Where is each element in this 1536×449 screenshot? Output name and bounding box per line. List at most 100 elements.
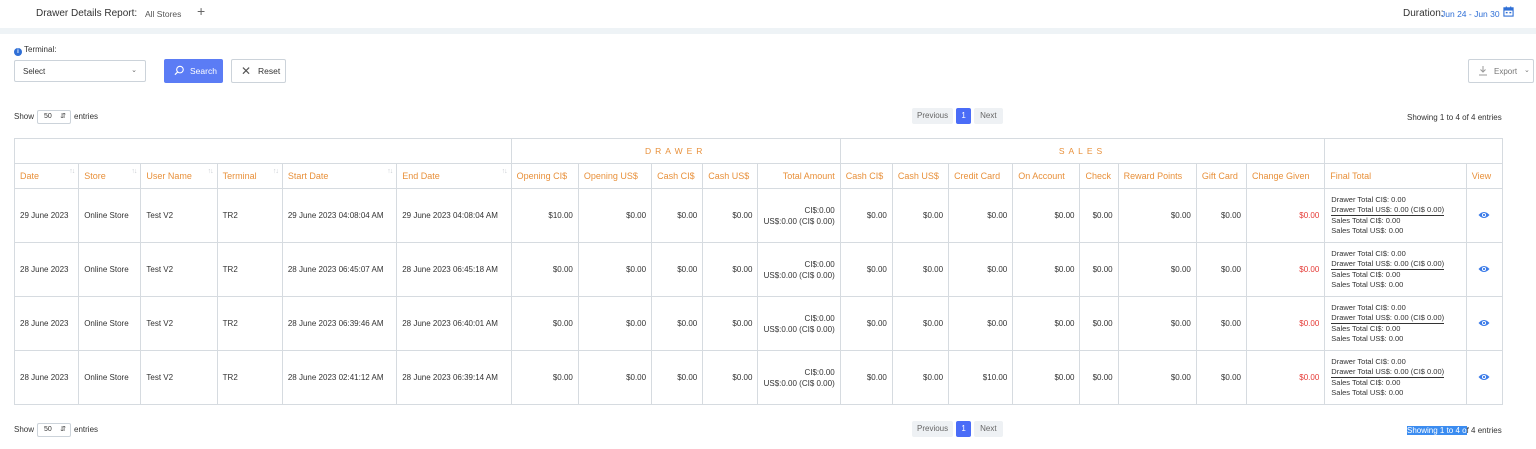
cell-on-account: $0.00	[1012, 350, 1081, 405]
column-sales-cash-ci: Cash CI$	[839, 163, 893, 189]
cell-end-date: 28 June 2023 06:39:14 AM	[396, 350, 512, 405]
cell-terminal: TR2	[216, 296, 283, 351]
next-page-button[interactable]: Next	[974, 108, 1003, 124]
duration-range[interactable]: Jun 24 - Jun 30	[1441, 9, 1500, 19]
cell-store: Online Store	[78, 188, 142, 243]
cell-reward-points: $0.00	[1117, 350, 1197, 405]
column-opening-us: Opening US$	[577, 163, 653, 189]
cell-store: Online Store	[78, 242, 142, 297]
chevron-down-icon: ⌄	[1524, 67, 1530, 74]
cell-user-name: Test V2	[140, 242, 218, 297]
calendar-icon[interactable]	[1503, 6, 1514, 17]
sort-icon: ↑↓	[131, 168, 137, 175]
cell-start-date: 28 June 2023 02:41:12 AM	[281, 350, 398, 405]
final-drawer-total-us: Drawer Total US$: 0.00 (CI$ 0.00)	[1331, 205, 1445, 216]
cell-store: Online Store	[78, 350, 142, 405]
total-amount-ci: CI$:0.00	[804, 367, 835, 377]
cell-final-total: Drawer Total CI$: 0.00 Drawer Total US$:…	[1324, 242, 1467, 297]
drawer-details-table: DRAWER SALES Date ↑↓ Store ↑↓ User Name ↑↓ …	[13, 138, 1504, 405]
cell-gift-card: $0.00	[1195, 242, 1248, 297]
search-icon	[174, 65, 184, 76]
sort-arrows-icon: ⇵	[60, 113, 67, 120]
duration-label: Duration:	[1403, 8, 1444, 19]
store-filter-tag[interactable]: All Stores	[145, 9, 181, 19]
final-drawer-total-ci: Drawer Total CI$: 0.00	[1331, 249, 1406, 258]
terminal-select[interactable]: Select ⌄	[14, 60, 146, 82]
final-drawer-total-us: Drawer Total US$: 0.00 (CI$ 0.00)	[1331, 313, 1445, 324]
total-amount-ci: CI$:0.00	[804, 205, 835, 215]
column-store[interactable]: Store ↑↓	[78, 163, 142, 189]
column-user-name[interactable]: User Name ↑↓	[140, 163, 218, 189]
final-sales-total-ci: Sales Total CI$: 0.00	[1331, 270, 1401, 279]
column-terminal[interactable]: Terminal ↑↓	[216, 163, 283, 189]
cell-opening-us: $0.00	[577, 188, 653, 243]
terminal-label: i Terminal:	[14, 45, 56, 56]
table-row: 29 June 2023 Online Store Test V2 TR2 29…	[13, 188, 1504, 243]
sort-icon: ↑↓	[387, 168, 393, 175]
cell-on-account: $0.00	[1012, 296, 1081, 351]
eye-icon[interactable]	[1478, 319, 1490, 327]
reset-button-label: Reset	[258, 66, 281, 76]
cell-credit-card: $10.00	[948, 350, 1014, 405]
page-1-button[interactable]: 1	[956, 421, 972, 437]
cell-end-date: 28 June 2023 06:45:18 AM	[396, 242, 512, 297]
table-row: 28 June 2023 Online Store Test V2 TR2 28…	[13, 242, 1504, 297]
reset-button[interactable]: ✕ Reset	[231, 59, 286, 83]
export-button[interactable]: Export ⌄	[1468, 59, 1534, 83]
entries-length-select[interactable]: 50 ⇵	[37, 110, 72, 124]
cell-reward-points: $0.00	[1117, 242, 1197, 297]
column-date[interactable]: Date ↑↓	[13, 163, 80, 189]
table-row: 28 June 2023 Online Store Test V2 TR2 28…	[13, 350, 1504, 405]
final-sales-total-us: Sales Total US$: 0.00	[1331, 280, 1404, 289]
cell-start-date: 28 June 2023 06:39:46 AM	[281, 296, 398, 351]
eye-icon[interactable]	[1478, 211, 1490, 219]
cell-view	[1465, 296, 1504, 351]
cell-final-total: Drawer Total CI$: 0.00 Drawer Total US$:…	[1324, 188, 1467, 243]
column-final-total: Final Total	[1324, 163, 1467, 189]
final-sales-total-ci: Sales Total CI$: 0.00	[1331, 378, 1401, 387]
cell-on-account: $0.00	[1012, 242, 1081, 297]
column-gift-card: Gift Card	[1195, 163, 1248, 189]
next-page-button[interactable]: Next	[974, 421, 1003, 437]
column-start-date[interactable]: Start Date ↑↓	[281, 163, 398, 189]
cell-sales-cash-ci: $0.00	[839, 350, 893, 405]
eye-icon[interactable]	[1478, 265, 1490, 273]
column-reward-points: Reward Points	[1117, 163, 1197, 189]
column-check: Check	[1079, 163, 1119, 189]
previous-page-button[interactable]: Previous	[912, 421, 954, 437]
export-button-label: Export	[1494, 67, 1518, 76]
cell-cash-ci: $0.00	[651, 242, 704, 297]
cell-view	[1465, 350, 1504, 405]
cell-change-given: $0.00	[1246, 188, 1326, 243]
final-drawer-total-ci: Drawer Total CI$: 0.00	[1331, 195, 1406, 204]
cell-total-amount: CI$:0.00 US$:0.00 (CI$ 0.00)	[757, 350, 841, 405]
cell-final-total: Drawer Total CI$: 0.00 Drawer Total US$:…	[1324, 350, 1467, 405]
cell-sales-cash-us: $0.00	[891, 296, 950, 351]
column-end-date[interactable]: End Date ↑↓	[396, 163, 512, 189]
cell-opening-us: $0.00	[577, 296, 653, 351]
cell-terminal: TR2	[216, 188, 283, 243]
search-button[interactable]: Search	[164, 59, 223, 83]
page-1-button[interactable]: 1	[956, 108, 972, 124]
final-drawer-total-us: Drawer Total US$: 0.00 (CI$ 0.00)	[1331, 259, 1445, 270]
cell-reward-points: $0.00	[1117, 296, 1197, 351]
total-amount-ci: CI$:0.00	[804, 313, 835, 323]
cell-gift-card: $0.00	[1195, 350, 1248, 405]
cell-cash-ci: $0.00	[651, 296, 704, 351]
cell-view	[1465, 188, 1504, 243]
cell-start-date: 28 June 2023 06:45:07 AM	[281, 242, 398, 297]
cell-cash-ci: $0.00	[651, 188, 704, 243]
eye-icon[interactable]	[1478, 373, 1490, 381]
cell-user-name: Test V2	[140, 296, 218, 351]
cell-credit-card: $0.00	[948, 188, 1014, 243]
total-amount-ci: CI$:0.00	[804, 259, 835, 269]
cell-cash-us: $0.00	[702, 296, 759, 351]
cell-credit-card: $0.00	[948, 296, 1014, 351]
sort-arrows-icon: ⇵	[60, 426, 67, 433]
cell-sales-cash-ci: $0.00	[839, 188, 893, 243]
column-total-amount: Total Amount	[757, 163, 841, 189]
add-store-button[interactable]: +	[197, 4, 205, 18]
cell-sales-cash-ci: $0.00	[839, 296, 893, 351]
entries-length-select[interactable]: 50 ⇵	[37, 423, 72, 437]
previous-page-button[interactable]: Previous	[912, 108, 954, 124]
